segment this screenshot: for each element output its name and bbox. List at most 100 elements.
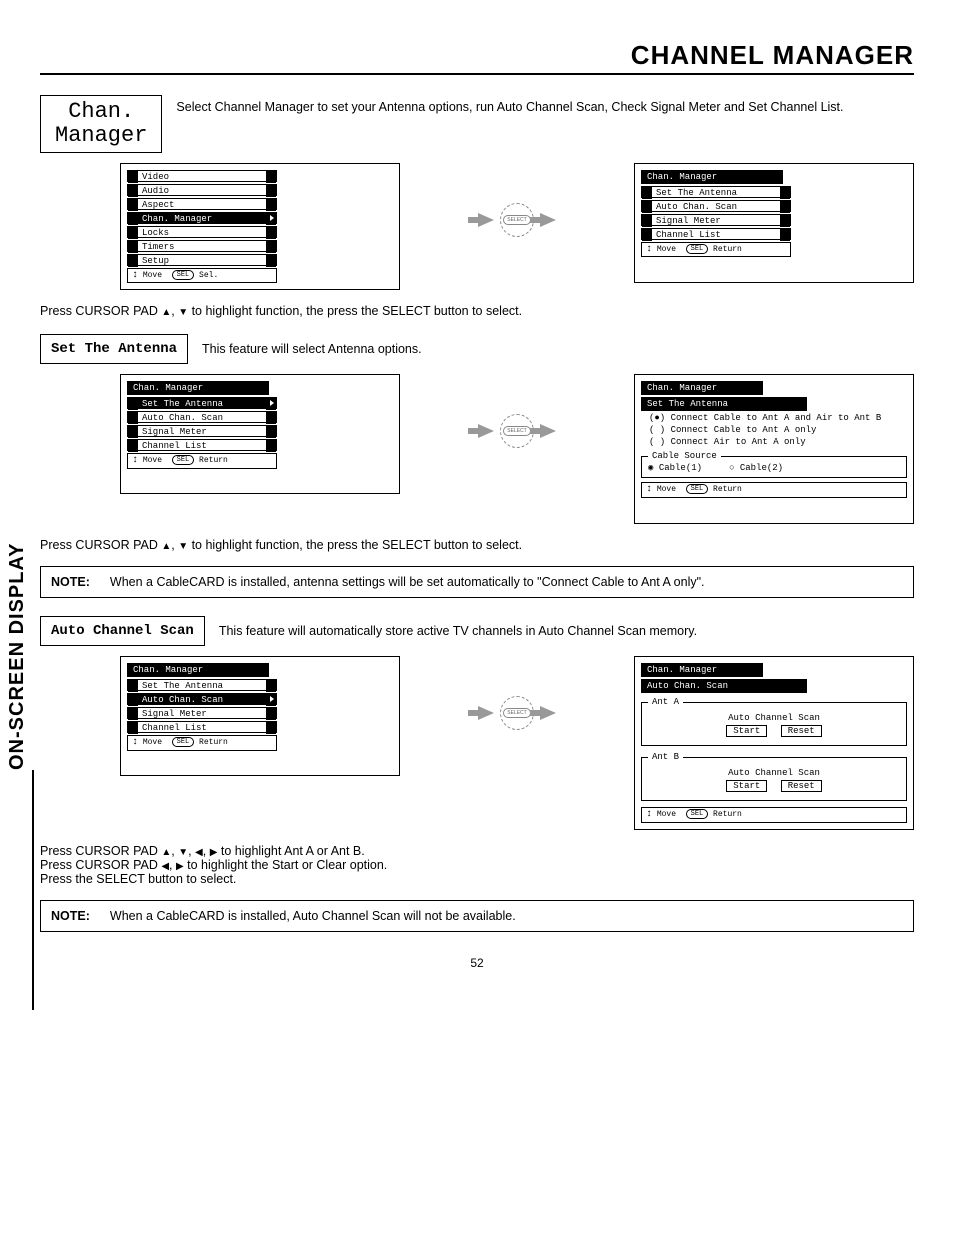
page-number: 52 [40,956,914,970]
select-button-icon: SELECT [500,203,534,237]
chan-line1: Chan. [55,100,147,124]
arrow-right-icon [478,424,494,438]
menu-item-label: Channel List [142,441,207,451]
menu-item-label: Auto Chan. Scan [142,695,223,705]
instruction-1: Press CURSOR PAD ▲, ▼ to highlight funct… [40,304,914,318]
menu-item-label: Signal Meter [142,709,207,719]
menu-item[interactable]: Set The Antenna [127,397,277,409]
instruction-3: Press CURSOR PAD ▲, ▼, ◀, ▶ to highlight… [40,844,914,886]
menu-header: Chan. Manager [641,381,771,395]
menu-header: Chan. Manager [641,170,791,184]
ant-b-legend: Ant B [648,752,683,762]
select-button-icon: SELECT [500,414,534,448]
arrow-select-1: SELECT [447,163,587,237]
menu-item[interactable]: Aspect [127,198,277,210]
osd-main-menu: Video Audio Aspect Chan. Manager Locks Timers… [120,163,400,290]
menu-item-label: Audio [142,186,169,196]
note-2: NOTE: When a CableCARD is installed, Aut… [40,900,914,932]
main-menu-footer: ↕ Move SEL Sel. [127,268,277,283]
page-title: CHANNEL MANAGER [40,40,914,75]
chan-line2: Manager [55,124,147,148]
arrow-right-icon [478,213,494,227]
menu-item[interactable]: Auto Chan. Scan [127,693,277,705]
detail-footer: ↕ Move SEL Return [641,807,907,822]
menu-item[interactable]: Signal Meter [641,214,791,226]
menu-item-label: Auto Chan. Scan [656,202,737,212]
menu-item[interactable]: Channel List [127,721,277,733]
selected-item-bar: Auto Chan. Scan [641,679,811,693]
set-antenna-desc: This feature will select Antenna options… [202,342,422,356]
menu-header: Chan. Manager [127,381,277,395]
menu-header: Chan. Manager [641,663,771,677]
osd-chan-menu-1: Chan. Manager Set The Antenna Auto Chan. … [634,163,914,283]
menu-item[interactable]: Auto Chan. Scan [641,200,791,212]
menu-item-label: Signal Meter [142,427,207,437]
cable-source-legend: Cable Source [648,451,721,461]
arrow-select-3: SELECT [447,656,587,730]
antenna-radio-option[interactable]: ( ) Connect Cable to Ant A only [649,425,907,435]
menu-item[interactable]: Channel List [641,228,791,240]
menu-item-label: Signal Meter [656,216,721,226]
menu-item-label: Aspect [142,200,174,210]
cable-source-fieldset: Cable Source ◉ Cable(1) ○ Cable(2) [641,451,907,478]
menu-item[interactable]: Set The Antenna [641,186,791,198]
note-text: When a CableCARD is installed, Auto Chan… [110,909,516,923]
ant-b-fieldset: Ant B Auto Channel Scan Start Reset [641,752,907,801]
menu-item-label: Locks [142,228,169,238]
menu-item-label: Channel List [656,230,721,240]
arrow-right-icon [478,706,494,720]
menu-item[interactable]: Signal Meter [127,707,277,719]
menu-item[interactable]: Auto Chan. Scan [127,411,277,423]
set-antenna-label: Set The Antenna [40,334,188,364]
arrow-select-2: SELECT [447,374,587,448]
menu-item-label: Set The Antenna [142,681,223,691]
start-button-a[interactable]: Start [726,725,767,737]
arrow-right-icon [540,706,556,720]
menu-item[interactable]: Chan. Manager [127,212,277,224]
osd-chan-menu-3: Chan. Manager Set The Antenna Auto Chan. … [120,656,400,776]
ant-a-legend: Ant A [648,697,683,707]
note-label: NOTE: [51,909,90,923]
menu-item-label: Channel List [142,723,207,733]
menu-item-label: Set The Antenna [142,399,223,409]
intro-text: Select Channel Manager to set your Anten… [176,95,843,117]
menu-item[interactable]: Setup [127,254,277,266]
menu-item[interactable]: Locks [127,226,277,238]
menu-item[interactable]: Timers [127,240,277,252]
auto-scan-desc: This feature will automatically store ac… [219,624,697,638]
menu-item[interactable]: Audio [127,184,277,196]
osd-set-antenna-detail: Chan. Manager Set The Antenna (●) Connec… [634,374,914,524]
menu-item-label: Chan. Manager [142,214,212,224]
menu-item[interactable]: Channel List [127,439,277,451]
antenna-radio-option[interactable]: ( ) Connect Air to Ant A only [649,437,907,447]
note-1: NOTE: When a CableCARD is installed, ant… [40,566,914,598]
cable1-option[interactable]: ◉ Cable(1) [648,463,702,473]
menu-item[interactable]: Video [127,170,277,182]
side-tab: ON-SCREEN DISPLAY [6,543,29,770]
menu-item-label: Set The Antenna [656,188,737,198]
start-button-b[interactable]: Start [726,780,767,792]
note-text: When a CableCARD is installed, antenna s… [110,575,705,589]
note-label: NOTE: [51,575,90,589]
detail-footer: ↕ Move SEL Return [641,482,907,497]
menu-header: Chan. Manager [127,663,277,677]
scan-label-b: Auto Channel Scan [648,768,900,778]
menu-item-label: Video [142,172,169,182]
instruction-2: Press CURSOR PAD ▲, ▼ to highlight funct… [40,538,914,552]
auto-scan-label: Auto Channel Scan [40,616,205,646]
reset-button-a[interactable]: Reset [781,725,822,737]
chan-menu-footer: ↕ Move SEL Return [641,242,791,257]
menu-item[interactable]: Set The Antenna [127,679,277,691]
scan-label-a: Auto Channel Scan [648,713,900,723]
menu-item-label: Timers [142,242,174,252]
chan-menu-footer: ↕ Move SEL Return [127,735,277,750]
chan-menu-footer: ↕ Move SEL Return [127,453,277,468]
cable2-option[interactable]: ○ Cable(2) [729,463,783,473]
antenna-radio-option[interactable]: (●) Connect Cable to Ant A and Air to An… [649,413,907,423]
chan-manager-box: Chan. Manager [40,95,162,153]
selected-item-bar: Set The Antenna [641,397,811,411]
osd-chan-menu-2: Chan. Manager Set The Antenna Auto Chan. … [120,374,400,494]
reset-button-b[interactable]: Reset [781,780,822,792]
menu-item[interactable]: Signal Meter [127,425,277,437]
arrow-right-icon [540,213,556,227]
